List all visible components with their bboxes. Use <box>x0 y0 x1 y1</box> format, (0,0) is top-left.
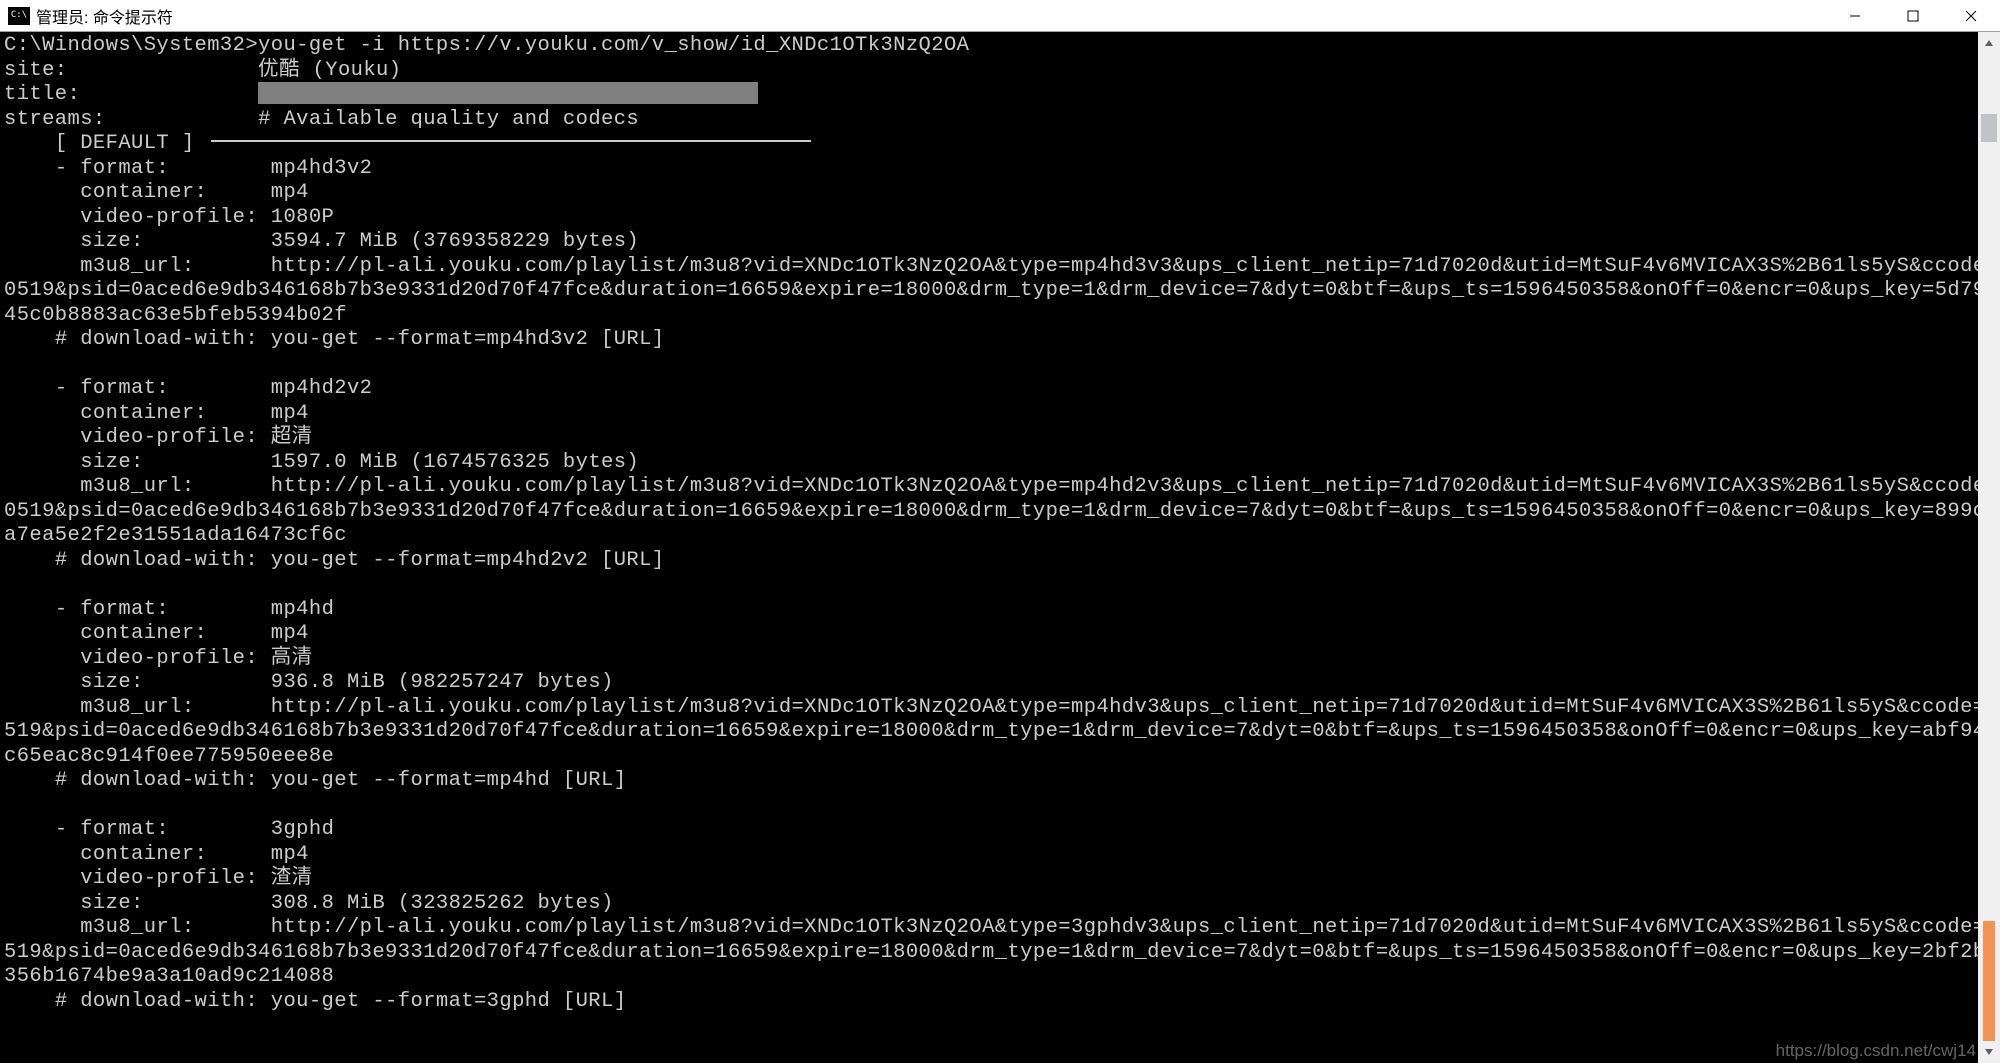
val-m3u8: http://pl-ali.youku.com/playlist/m3u8?vi… <box>271 696 1978 719</box>
val-m3u8-wrap2: 356b1674be9a3a10ad9c214088 <box>4 965 1978 990</box>
val-m3u8-wrap: 519&psid=0aced6e9db346168b7b3e9331d20d70… <box>4 941 1978 966</box>
val-m3u8: http://pl-ali.youku.com/playlist/m3u8?vi… <box>271 475 1978 498</box>
lbl-vprofile: video-profile: <box>55 426 258 449</box>
site-label: site: <box>4 59 68 82</box>
lbl-size: size: <box>55 671 144 694</box>
val-m3u8: http://pl-ali.youku.com/playlist/m3u8?vi… <box>271 255 1978 278</box>
close-button[interactable] <box>1942 0 2000 32</box>
val-format: 3gphd <box>271 818 335 841</box>
val-vprofile: 渣清 <box>271 867 313 890</box>
lbl-dl: # download-with: <box>55 990 258 1013</box>
lbl-m3u8: m3u8_url: <box>55 696 195 719</box>
val-vprofile: 1080P <box>271 206 335 229</box>
val-m3u8-wrap: 519&psid=0aced6e9db346168b7b3e9331d20d70… <box>4 720 1978 745</box>
val-format: mp4hd <box>271 598 335 621</box>
lbl-m3u8: m3u8_url: <box>55 255 195 278</box>
minimize-button[interactable] <box>1826 0 1884 32</box>
site-value: 优酷 (Youku) <box>258 59 401 82</box>
title-label: title: <box>4 83 80 106</box>
cmd-window: 管理员: 命令提示符 C:\Windows\System32>you-get -… <box>0 0 2000 1063</box>
lbl-dl: # download-with: <box>55 769 258 792</box>
terminal-output[interactable]: C:\Windows\System32>you-get -i https://v… <box>0 32 1978 1063</box>
lbl-dl: # download-with: <box>55 328 258 351</box>
redacted-title <box>258 82 758 104</box>
scroll-thumb-highlight[interactable] <box>1983 921 1995 1041</box>
scroll-thumb[interactable] <box>1981 114 1997 142</box>
lbl-dl: # download-with: <box>55 549 258 572</box>
prompt-command: you-get -i https://v.youku.com/v_show/id… <box>258 34 969 57</box>
lbl-container: container: <box>55 622 207 645</box>
lbl-format: - format: <box>55 818 169 841</box>
val-m3u8-wrap: 0519&psid=0aced6e9db346168b7b3e9331d20d7… <box>4 279 1978 304</box>
val-m3u8: http://pl-ali.youku.com/playlist/m3u8?vi… <box>271 916 1978 939</box>
scroll-down-button[interactable] <box>1978 1041 2000 1063</box>
vertical-scrollbar[interactable] <box>1978 32 2000 1063</box>
val-container: mp4 <box>271 181 309 204</box>
lbl-size: size: <box>55 892 144 915</box>
lbl-vprofile: video-profile: <box>55 647 258 670</box>
val-size: 1597.0 MiB (1674576325 bytes) <box>271 451 639 474</box>
lbl-m3u8: m3u8_url: <box>55 916 195 939</box>
val-m3u8-wrap2: c65eac8c914f0ee775950eee8e <box>4 745 1978 770</box>
default-badge: [ DEFAULT ] <box>55 132 195 155</box>
val-m3u8-wrap2: a7ea5e2f2e31551ada16473cf6c <box>4 524 1978 549</box>
prompt-cwd: C:\Windows\System32> <box>4 34 258 57</box>
scroll-track[interactable] <box>1978 54 2000 1041</box>
val-dl: you-get --format=3gphd [URL] <box>271 990 627 1013</box>
val-size: 308.8 MiB (323825262 bytes) <box>271 892 614 915</box>
val-size: 3594.7 MiB (3769358229 bytes) <box>271 230 639 253</box>
default-underline <box>211 140 811 142</box>
val-vprofile: 超清 <box>271 426 313 449</box>
window-title: 管理员: 命令提示符 <box>36 4 173 28</box>
val-vprofile: 高清 <box>271 647 313 670</box>
lbl-container: container: <box>55 402 207 425</box>
lbl-size: size: <box>55 230 144 253</box>
lbl-format: - format: <box>55 598 169 621</box>
lbl-container: container: <box>55 843 207 866</box>
val-container: mp4 <box>271 843 309 866</box>
lbl-vprofile: video-profile: <box>55 867 258 890</box>
val-dl: you-get --format=mp4hd3v2 [URL] <box>271 328 665 351</box>
client-area: C:\Windows\System32>you-get -i https://v… <box>0 32 2000 1063</box>
lbl-format: - format: <box>55 157 169 180</box>
val-dl: you-get --format=mp4hd2v2 [URL] <box>271 549 665 572</box>
lbl-m3u8: m3u8_url: <box>55 475 195 498</box>
streams-note: # Available quality and codecs <box>258 108 639 131</box>
val-container: mp4 <box>271 622 309 645</box>
titlebar[interactable]: 管理员: 命令提示符 <box>0 0 2000 32</box>
lbl-size: size: <box>55 451 144 474</box>
val-format: mp4hd2v2 <box>271 377 373 400</box>
cmd-icon <box>8 7 30 25</box>
maximize-button[interactable] <box>1884 0 1942 32</box>
scroll-up-button[interactable] <box>1978 32 2000 54</box>
val-m3u8-wrap2: 45c0b8883ac63e5bfeb5394b02f <box>4 304 1978 329</box>
watermark-text: https://blog.csdn.net/cwj14 <box>1776 1041 1976 1061</box>
lbl-vprofile: video-profile: <box>55 206 258 229</box>
val-format: mp4hd3v2 <box>271 157 373 180</box>
lbl-format: - format: <box>55 377 169 400</box>
val-m3u8-wrap: 0519&psid=0aced6e9db346168b7b3e9331d20d7… <box>4 500 1978 525</box>
val-dl: you-get --format=mp4hd [URL] <box>271 769 627 792</box>
streams-label: streams: <box>4 108 106 131</box>
val-container: mp4 <box>271 402 309 425</box>
val-size: 936.8 MiB (982257247 bytes) <box>271 671 614 694</box>
lbl-container: container: <box>55 181 207 204</box>
